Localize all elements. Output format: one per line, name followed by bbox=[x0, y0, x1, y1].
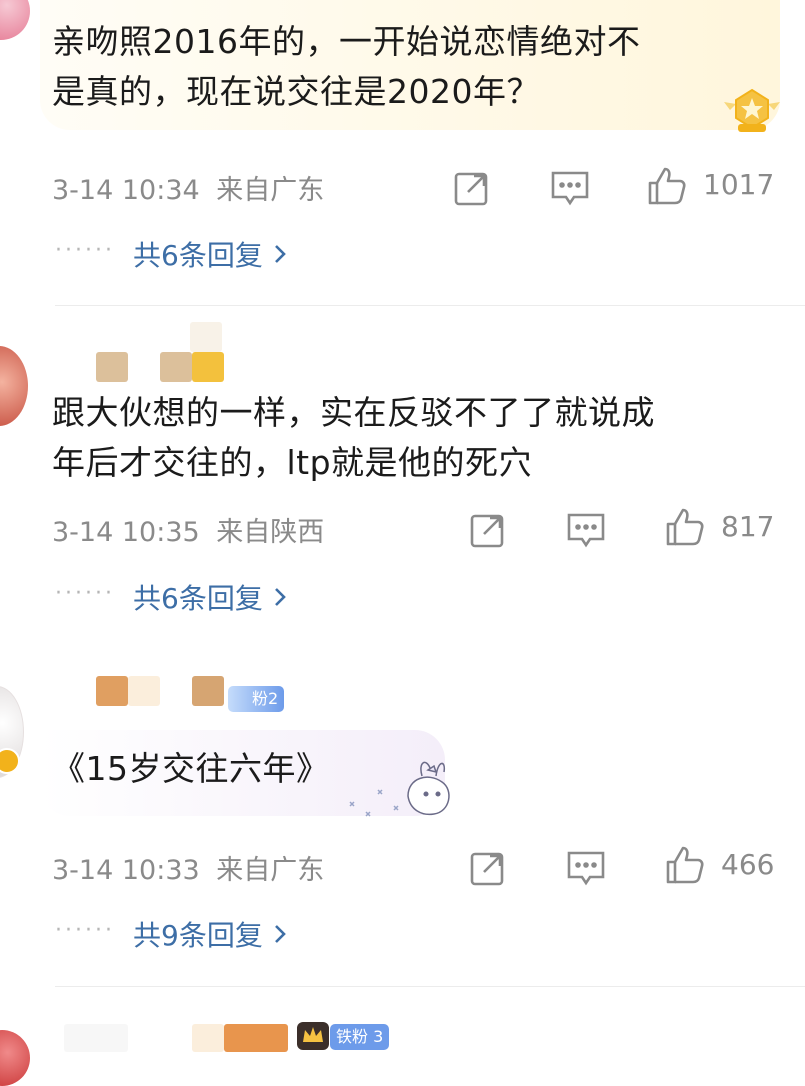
timestamp: 3-14 10:35 bbox=[52, 517, 200, 548]
location: 来自广东 bbox=[216, 175, 325, 206]
fan-level-badge: 铁粉 3 bbox=[330, 1024, 390, 1050]
divider bbox=[55, 305, 805, 306]
reply-dots: ······ bbox=[55, 918, 115, 943]
chevron-right-icon bbox=[273, 919, 287, 952]
reply-dots: ······ bbox=[55, 238, 115, 263]
location: 来自广东 bbox=[216, 855, 325, 886]
avatar[interactable] bbox=[0, 0, 30, 40]
like-icon[interactable] bbox=[664, 844, 704, 884]
comment-text: 亲吻照2016年的，一开始说恋情绝对不 是真的，现在说交往是2020年？ bbox=[52, 22, 641, 111]
chevron-right-icon bbox=[273, 239, 287, 272]
reply-dots: ······ bbox=[55, 581, 115, 606]
replies-row[interactable]: ······ 共6条回复 bbox=[55, 234, 355, 274]
like-count: 1017 bbox=[703, 168, 775, 201]
like-icon[interactable] bbox=[664, 506, 704, 546]
location: 来自陕西 bbox=[216, 517, 325, 548]
like-icon[interactable] bbox=[646, 165, 686, 205]
view-replies-link[interactable]: 共9条回复 bbox=[133, 914, 287, 954]
share-icon[interactable] bbox=[468, 848, 508, 888]
top-comment-medal-icon bbox=[722, 84, 782, 136]
verified-badge-icon bbox=[0, 748, 20, 774]
timestamp: 3-14 10:33 bbox=[52, 855, 200, 886]
replies-row[interactable]: ······ 共6条回复 bbox=[55, 577, 355, 617]
comment-icon[interactable] bbox=[550, 168, 590, 208]
crown-icon bbox=[296, 1018, 330, 1052]
view-replies-link[interactable]: 共6条回复 bbox=[133, 234, 287, 274]
bunny-sticker-icon bbox=[338, 754, 458, 824]
avatar[interactable] bbox=[0, 1030, 30, 1086]
divider bbox=[55, 986, 805, 987]
comment-icon[interactable] bbox=[566, 848, 606, 888]
view-replies-link[interactable]: 共6条回复 bbox=[133, 577, 287, 617]
comment-icon[interactable] bbox=[566, 510, 606, 550]
fan-level-badge: 粉2 bbox=[228, 686, 285, 712]
comment-meta: 3-14 10:33 来自广东 bbox=[52, 848, 324, 887]
comment-text: 《15岁交往六年》 bbox=[52, 749, 330, 788]
comment-meta: 3-14 10:34 来自广东 bbox=[52, 168, 324, 207]
avatar[interactable] bbox=[0, 346, 28, 426]
comment-text: 跟大伙想的一样，实在反驳不了了就说成 年后才交往的，ltp就是他的死穴 bbox=[52, 393, 655, 482]
share-icon[interactable] bbox=[452, 168, 492, 208]
like-count: 466 bbox=[721, 848, 775, 881]
timestamp: 3-14 10:34 bbox=[52, 175, 200, 206]
like-count: 817 bbox=[721, 510, 775, 543]
chevron-right-icon bbox=[273, 582, 287, 615]
replies-row[interactable]: ······ 共9条回复 bbox=[55, 914, 355, 954]
comment-meta: 3-14 10:35 来自陕西 bbox=[52, 510, 324, 549]
share-icon[interactable] bbox=[468, 510, 508, 550]
